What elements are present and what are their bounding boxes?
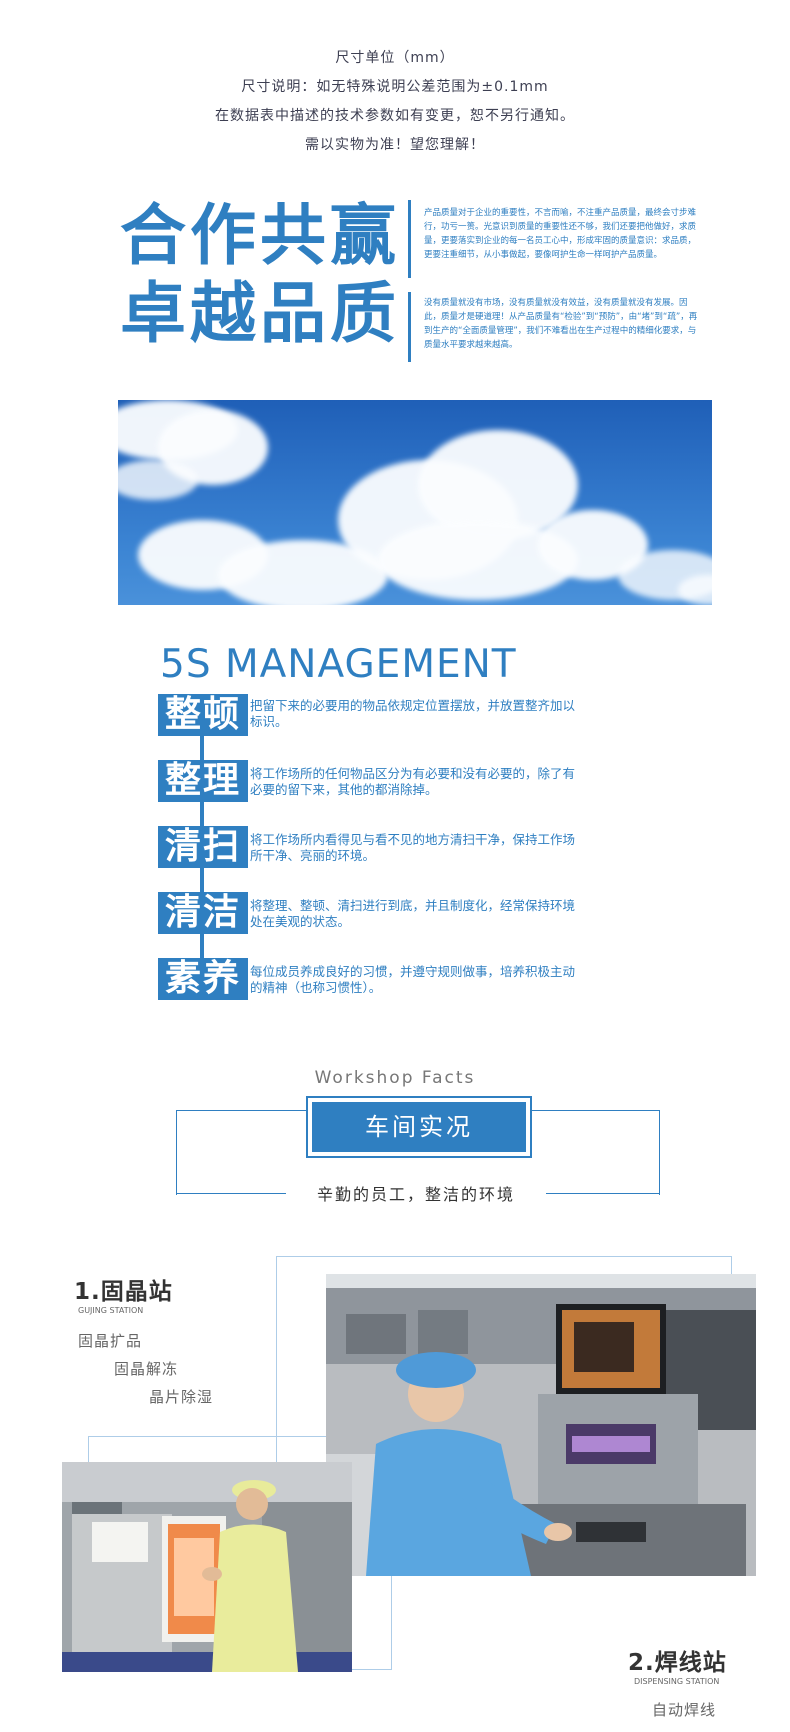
divider-bar <box>408 292 411 362</box>
dispensing-station-photo <box>326 1274 756 1576</box>
five-s-label-qingjie: 清洁 <box>158 892 248 934</box>
five-s-label-zhengdun: 整顿 <box>158 694 248 736</box>
slogan-line-2: 卓越品质 <box>120 275 400 352</box>
workshop-frame-line <box>176 1193 286 1194</box>
station-1-item: 固晶解冻 <box>114 1360 179 1378</box>
gujing-station-photo <box>62 1462 352 1672</box>
station-1-subtitle: GUJING STATION <box>78 1306 144 1315</box>
five-s-desc-zhengli: 将工作场所的任何物品区分为有必要和没有必要的，除了有必要的留下来，其他的都消除掉… <box>250 766 576 797</box>
five-s-title: 5S MANAGEMENT <box>160 642 517 687</box>
quality-paragraph-2: 没有质量就没有市场，没有质量就没有效益，没有质量就没有发展。因此，质量才是硬道理… <box>424 298 698 350</box>
workshop-eyebrow: Workshop Facts <box>314 1068 476 1088</box>
slogan-heading: 合作共赢 卓越品质 <box>120 198 400 354</box>
workshop-subtitle: 辛勤的员工，整洁的环境 <box>286 1181 546 1205</box>
five-s-label-suyang: 素养 <box>158 958 248 1000</box>
station-1-item: 固晶扩品 <box>78 1332 143 1350</box>
notice-line-4: 需以实物为准！望您理解！ <box>305 137 485 153</box>
quality-paragraph-1: 产品质量对于企业的重要性，不言而喻，不注重产品质量，最终会寸步难行，功亏一篑。光… <box>424 208 697 260</box>
five-s-desc-qingjie: 将整理、整顿、清扫进行到底，并且制度化，经常保持环境处在美观的状态。 <box>250 898 576 929</box>
five-s-desc-qingsao: 将工作场所内看得见与看不见的地方清扫干净，保持工作场所干净、亮丽的环境。 <box>250 832 576 863</box>
notice-line-3: 在数据表中描述的技术参数如有变更，恕不另行通知。 <box>215 108 575 124</box>
workshop-title: 车间实况 <box>312 1102 526 1152</box>
station-2-item: 自动焊线 <box>652 1701 717 1719</box>
station-2-title: 2.焊线站 <box>628 1650 727 1676</box>
slogan-line-1: 合作共赢 <box>120 197 400 274</box>
workshop-frame-line <box>546 1193 659 1194</box>
five-s-label-zhengli: 整理 <box>158 760 248 802</box>
notice-line-1: 尺寸单位（mm） <box>335 50 455 66</box>
station-1-title: 1.固晶站 <box>74 1279 173 1305</box>
sky-photo <box>118 400 712 605</box>
notice-line-2: 尺寸说明：如无特殊说明公差范围为±0.1mm <box>241 79 549 95</box>
station-2-subtitle: DISPENSING STATION <box>634 1677 720 1686</box>
station-1-item: 晶片除湿 <box>149 1388 214 1406</box>
size-notice: 尺寸单位（mm） 尺寸说明：如无特殊说明公差范围为±0.1mm 在数据表中描述的… <box>0 44 790 160</box>
five-s-label-qingsao: 清扫 <box>158 826 248 868</box>
five-s-desc-suyang: 每位成员养成良好的习惯，并遵守规则做事，培养积极主动的精神（也称习惯性）。 <box>250 964 576 995</box>
divider-bar <box>408 200 411 278</box>
five-s-desc-zhengdun: 把留下来的必要用的物品依规定位置摆放，并放置整齐加以标识。 <box>250 698 576 729</box>
